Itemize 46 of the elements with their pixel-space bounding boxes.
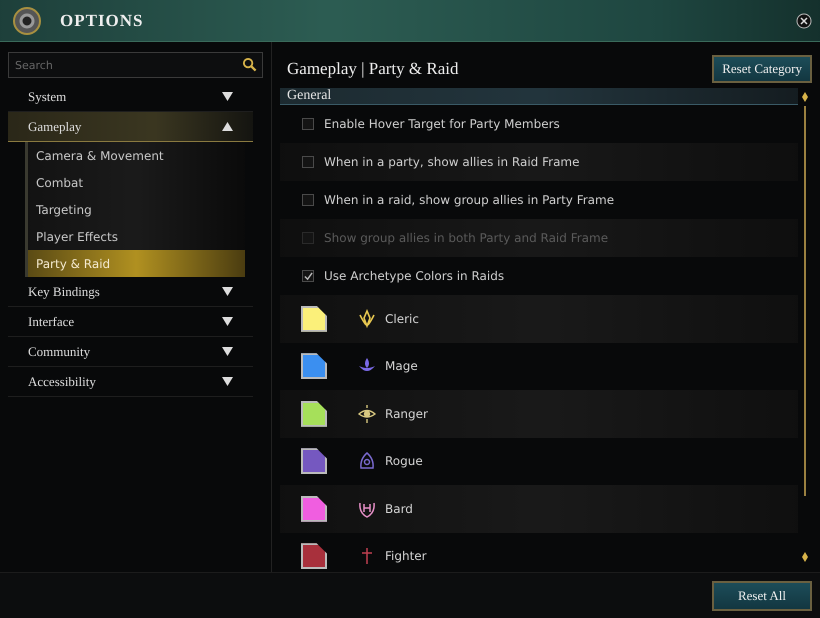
page-title: Gameplay | Party & Raid: [286, 59, 458, 79]
checkbox[interactable]: [302, 156, 314, 168]
color-swatch[interactable]: [301, 306, 327, 332]
setting-label: Show group allies in both Party and Raid Frame: [324, 231, 608, 245]
setting-label: When in a raid, show group allies in Party Frame: [324, 193, 614, 207]
window-title: OPTIONS: [60, 10, 144, 30]
setting-label: Enable Hover Target for Party Members: [324, 117, 560, 131]
color-swatch[interactable]: [301, 543, 327, 570]
sidebar-category[interactable]: Key Bindings: [8, 277, 253, 307]
section-header: General: [280, 88, 798, 105]
sidebar-category[interactable]: Gameplay: [8, 112, 253, 142]
sidebar-category[interactable]: Community: [8, 337, 253, 367]
category-label: System: [28, 88, 66, 104]
search-icon: [242, 57, 257, 72]
setting-label: When in a party, show allies in Raid Frame: [324, 155, 580, 169]
checkbox[interactable]: [302, 118, 314, 130]
color-swatch[interactable]: [301, 496, 327, 522]
class-name: Cleric: [385, 312, 419, 326]
category-label: Gameplay: [28, 118, 82, 134]
checkbox[interactable]: [302, 194, 314, 206]
scrollbar-drawing[interactable]: [801, 92, 809, 562]
sidebar-category[interactable]: Interface: [8, 307, 253, 337]
close-icon[interactable]: [796, 12, 812, 28]
class-emblem-icon: [357, 308, 377, 329]
class-emblem-icon: [357, 404, 377, 424]
reset-category-button[interactable]: Reset Category: [712, 55, 812, 83]
class-name: Bard: [385, 502, 413, 516]
category-label: Accessibility: [28, 374, 96, 390]
class-emblem-icon: [357, 451, 377, 472]
category-label: Key Bindings: [28, 284, 100, 300]
category-label: Interface: [28, 314, 74, 330]
setting-label: Use Archetype Colors in Raids: [324, 269, 504, 283]
color-swatch[interactable]: [301, 353, 327, 380]
class-name: Mage: [385, 359, 418, 374]
category-label: Community: [28, 344, 90, 360]
sidebar-category[interactable]: Accessibility: [8, 367, 253, 397]
reset-all-button[interactable]: Reset All: [712, 580, 812, 610]
class-name: Fighter: [385, 549, 427, 564]
gear-emblem-icon: [12, 6, 42, 36]
color-swatch[interactable]: [301, 400, 327, 427]
sidebar-subitem[interactable]: Party & Raid: [28, 250, 245, 277]
search-field[interactable]: Search: [8, 52, 263, 78]
class-name: Ranger: [385, 406, 428, 421]
class-name: Rogue: [385, 454, 423, 468]
checkbox[interactable]: [302, 270, 314, 282]
color-swatch[interactable]: [301, 448, 327, 474]
